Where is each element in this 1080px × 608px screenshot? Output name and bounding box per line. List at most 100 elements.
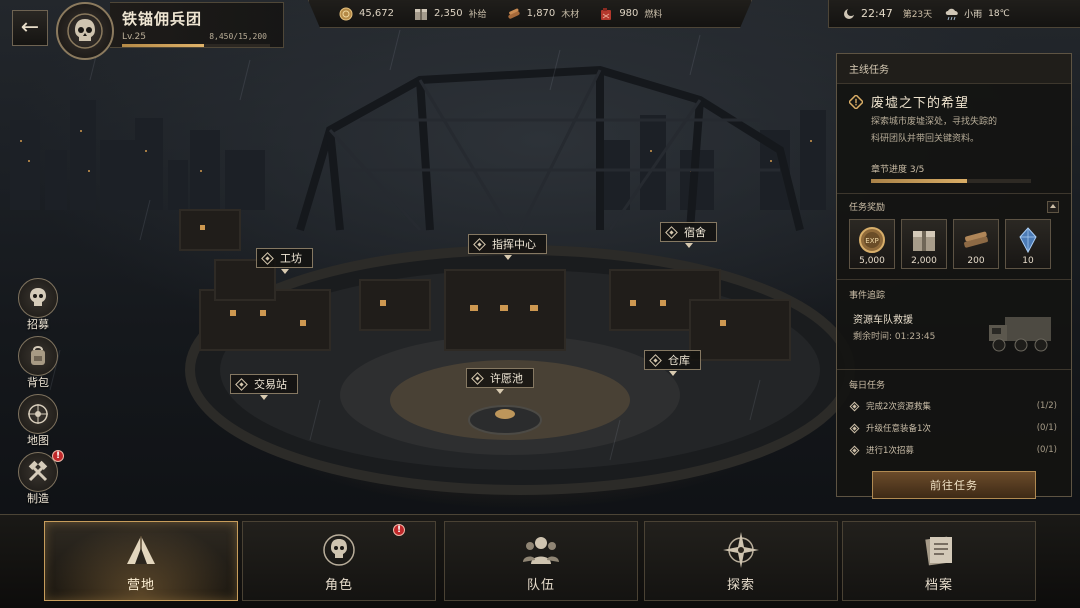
arrow-up-icon[interactable] (1047, 200, 1059, 213)
reward-supply-amount: 2,000 (911, 256, 937, 266)
guild-profile-panel: 铁锚佣兵团 Lv.25 8,450/15,200 (110, 2, 284, 48)
coin-icon (339, 7, 353, 21)
temperature-label: 18℃ (988, 8, 1010, 19)
map-button-frame (18, 394, 58, 434)
divider (837, 193, 1071, 194)
daily-task-text: 完成2次资源救集 (866, 402, 931, 412)
map-label-workshop[interactable]: 工坊 (256, 248, 313, 274)
diamond-marker-icon (261, 251, 274, 265)
pin-arrow-icon (684, 243, 693, 248)
event-card[interactable]: 资源车队救援 剩余时间: 01:23:45 (849, 307, 1059, 359)
nav-tab-camp[interactable]: 营地 (44, 521, 238, 601)
supply-crate-icon (913, 231, 935, 251)
map-label-trade-station-text: 交易站 (254, 378, 287, 391)
rewards-list: EXP 5,000 2,000 200 10 (837, 213, 1071, 269)
map-label-command-center-text: 指挥中心 (492, 238, 536, 251)
warning-diamond-icon (849, 94, 863, 109)
resource-wood-label: 木材 (561, 10, 580, 20)
resource-supply-value: 2,350 (434, 8, 463, 19)
explore-compass-icon (723, 532, 759, 568)
side-menu-recruit[interactable]: 招募 (14, 278, 62, 336)
map-label-warehouse[interactable]: 仓库 (644, 350, 701, 376)
event-time-remaining: 剩余时间: 01:23:45 (853, 332, 936, 342)
rewards-section-header: 任务奖励 (837, 200, 1071, 213)
reward-crystal[interactable]: 10 (1005, 219, 1051, 269)
diamond-bullet-icon (849, 401, 860, 411)
fuel-can-icon (599, 7, 613, 21)
back-arrow-icon: ← (20, 15, 40, 40)
resource-fuel[interactable]: 980 燃料 (599, 7, 662, 21)
svg-text:EXP: EXP (865, 237, 878, 245)
nav-tab-character-label: 角色 (324, 578, 353, 593)
nav-tab-explore[interactable]: 探索 (644, 521, 838, 601)
map-label-trade-station[interactable]: 交易站 (230, 374, 298, 400)
divider (837, 369, 1071, 370)
resource-coin-value: 45,672 (359, 8, 394, 19)
map-compass-icon (28, 404, 48, 424)
daily-task-row[interactable]: 进行1次招募 (0/1) (837, 439, 1071, 461)
nav-tab-character[interactable]: 角色 ! (242, 521, 436, 601)
backpack-button-frame (18, 336, 58, 376)
daily-task-row[interactable]: 完成2次资源救集 (1/2) (837, 395, 1071, 417)
recruit-skull-icon (30, 288, 46, 306)
diamond-marker-icon (473, 237, 486, 251)
wood-planks-icon (964, 231, 988, 248)
backpack-icon (31, 346, 45, 365)
pin-arrow-icon (280, 269, 289, 274)
nav-tab-team[interactable]: 队伍 (444, 521, 638, 601)
map-label-command-center[interactable]: 指挥中心 (468, 234, 547, 260)
main-quest-desc-line2: 科研团队并带回关键资料。 (871, 134, 980, 144)
daily-header: 每日任务 (849, 381, 886, 391)
quest-panel: 主线任务 废墟之下的希望 探索城市废墟深处，寻找失踪的 科研团队并带回关键资料。… (836, 53, 1072, 499)
map-label-dorm[interactable]: 宿舍 (660, 222, 717, 248)
map-label-wishing-well[interactable]: 许愿池 (466, 368, 534, 394)
guild-exp-text: 8,450/15,200 (209, 32, 267, 41)
resource-fuel-value: 980 (619, 8, 639, 19)
nav-tab-explore-label: 探索 (726, 578, 755, 593)
main-quest-card[interactable]: 废墟之下的希望 探索城市废墟深处，寻找失踪的 科研团队并带回关键资料。 章节进度… (837, 84, 1071, 183)
nav-tab-archive-label: 档案 (924, 578, 953, 593)
game-day: 第23天 (902, 10, 933, 20)
recruit-button-frame (18, 278, 58, 318)
daily-task-count: (1/2) (1036, 401, 1057, 411)
time-weather-bar: 22:47 第23天 小雨 18℃ (828, 0, 1080, 28)
nav-tab-archive[interactable]: 档案 (842, 521, 1036, 601)
craft-notification-badge: ! (52, 450, 64, 462)
nav-tab-camp-label: 营地 (126, 578, 155, 593)
main-quest-description: 探索城市废墟深处，寻找失踪的 科研团队并带回关键资料。 (837, 111, 1071, 148)
diamond-marker-icon (665, 225, 678, 239)
guild-exp-bar (122, 44, 270, 47)
pin-arrow-icon (668, 371, 677, 376)
divider (837, 279, 1071, 280)
side-menu-recruit-label: 招募 (27, 318, 49, 331)
diamond-marker-icon (235, 377, 248, 391)
side-menu-map-label: 地图 (27, 434, 49, 447)
resource-supply-label: 补给 (468, 10, 487, 20)
daily-section-header: 每日任务 (837, 378, 1071, 391)
back-button[interactable]: ← (12, 10, 48, 46)
wood-icon (507, 7, 521, 21)
daily-task-row[interactable]: 升级任意装备1次 (0/1) (837, 417, 1071, 439)
side-menu-backpack[interactable]: 背包 (14, 336, 62, 394)
reward-wood[interactable]: 200 (953, 219, 999, 269)
main-quest-desc-line1: 探索城市废墟深处，寻找失踪的 (871, 117, 998, 127)
reward-supply[interactable]: 2,000 (901, 219, 947, 269)
resource-wood-value: 1,870 (526, 8, 556, 19)
guild-level: Lv.25 (122, 32, 146, 42)
resource-coin[interactable]: 45,672 (339, 7, 394, 21)
map-label-wishing-well-text: 许愿池 (490, 372, 523, 385)
guild-emblem-avatar[interactable] (56, 2, 114, 60)
go-to-quest-button[interactable]: 前往任务 (872, 471, 1036, 499)
side-menu-craft[interactable]: ! 制造 (14, 450, 64, 510)
reward-wood-amount: 200 (967, 256, 985, 266)
chapter-progress-bar (871, 179, 1031, 183)
map-label-dorm-text: 宿舍 (684, 226, 706, 239)
reward-exp[interactable]: EXP 5,000 (849, 219, 895, 269)
resource-supply[interactable]: 2,350 补给 (414, 7, 487, 21)
resource-wood[interactable]: 1,870 木材 (507, 7, 580, 21)
guild-name: 铁锚佣兵团 (122, 10, 203, 28)
main-quest-title: 废墟之下的希望 (871, 96, 970, 111)
supply-crate-icon (414, 7, 428, 21)
rain-cloud-icon (945, 8, 958, 20)
side-menu-map[interactable]: 地图 (14, 394, 62, 452)
